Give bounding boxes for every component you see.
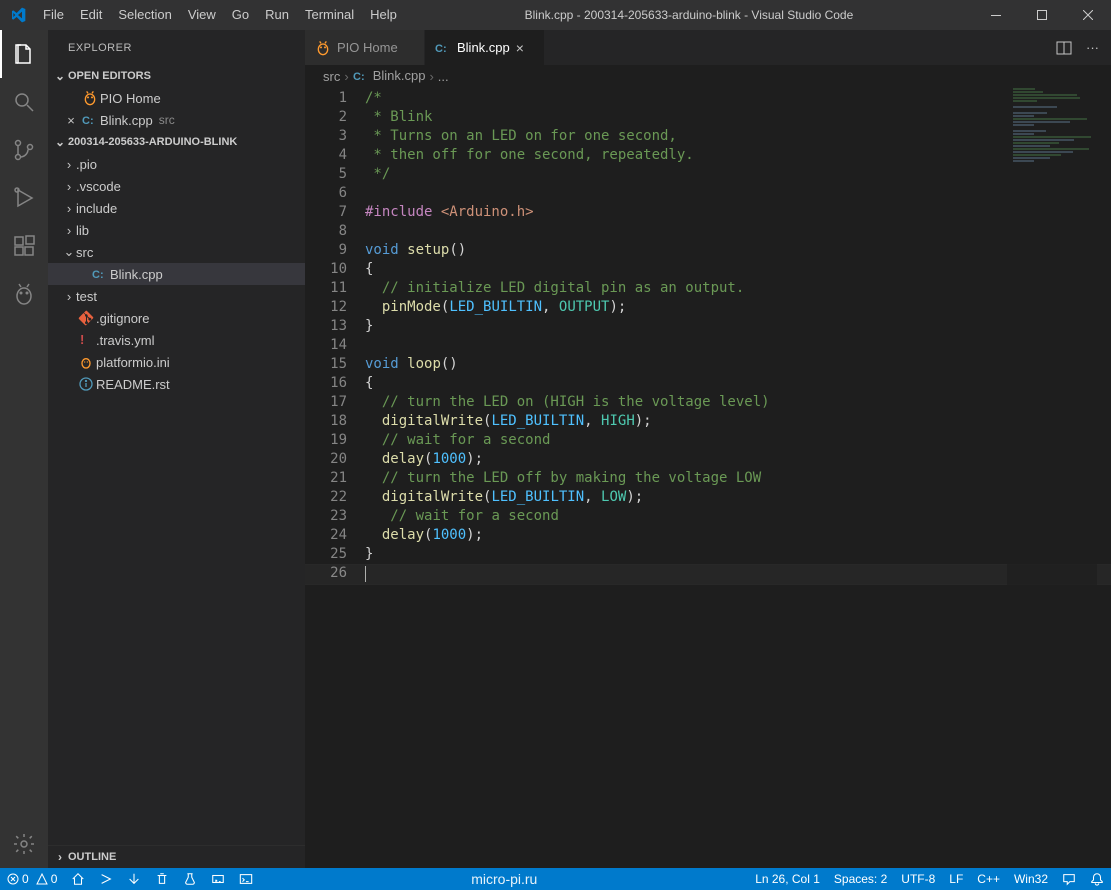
folder-.vscode[interactable]: ›.vscode	[48, 175, 305, 197]
pio-upload-icon[interactable]	[120, 868, 148, 890]
feedback-icon[interactable]	[1055, 868, 1083, 890]
chevron-down-icon: ⌄	[52, 135, 68, 149]
watermark-text: micro-pi.ru	[260, 871, 748, 887]
editor-tab[interactable]: C:Blink.cpp×	[425, 30, 545, 65]
folder-test[interactable]: ›test	[48, 285, 305, 307]
platformio-tab-icon[interactable]	[0, 270, 48, 318]
close-tab-icon[interactable]: ×	[516, 40, 524, 56]
file-item[interactable]: README.rst	[48, 373, 305, 395]
file-item[interactable]: C:Blink.cpp	[48, 263, 305, 285]
run-debug-tab-icon[interactable]	[0, 174, 48, 222]
pio-home-icon[interactable]	[64, 868, 92, 890]
menu-selection[interactable]: Selection	[110, 0, 179, 30]
folder-.pio[interactable]: ›.pio	[48, 153, 305, 175]
text-editor[interactable]: 1234567891011121314151617181920212223242…	[305, 87, 1111, 868]
breadcrumb-segment[interactable]: src	[323, 69, 340, 84]
minimize-button[interactable]	[973, 0, 1019, 30]
menu-terminal[interactable]: Terminal	[297, 0, 362, 30]
pio-build-icon[interactable]	[92, 868, 120, 890]
vscode-logo-icon	[0, 7, 35, 23]
open-editor-item[interactable]: PIO Home	[48, 87, 305, 109]
extensions-tab-icon[interactable]	[0, 222, 48, 270]
maximize-button[interactable]	[1019, 0, 1065, 30]
menu-go[interactable]: Go	[224, 0, 257, 30]
editor-tab[interactable]: PIO Home	[305, 30, 425, 65]
status-platform[interactable]: Win32	[1007, 868, 1055, 890]
status-eol[interactable]: LF	[942, 868, 970, 890]
menu-run[interactable]: Run	[257, 0, 297, 30]
more-actions-icon[interactable]: ···	[1086, 40, 1099, 55]
statusbar: 0 0 micro-pi.ru Ln 26, Col 1 Spaces: 2 U…	[0, 868, 1111, 890]
settings-gear-icon[interactable]	[0, 820, 48, 868]
sidebar: EXPLORER ⌄ OPEN EDITORS PIO Home×C:Blink…	[48, 30, 305, 868]
menu-view[interactable]: View	[180, 0, 224, 30]
activity-bar	[0, 30, 48, 868]
explorer-tab-icon[interactable]	[0, 30, 48, 78]
menu-file[interactable]: File	[35, 0, 72, 30]
svg-text:C:: C:	[353, 71, 365, 83]
folder-lib[interactable]: ›lib	[48, 219, 305, 241]
svg-text:C:: C:	[92, 269, 104, 281]
breadcrumb[interactable]: src›C:Blink.cpp›...	[305, 65, 1111, 87]
open-editor-item[interactable]: ×C:Blink.cppsrc	[48, 109, 305, 131]
folder-src[interactable]: ⌄src	[48, 241, 305, 263]
notifications-icon[interactable]	[1083, 868, 1111, 890]
status-indent[interactable]: Spaces: 2	[827, 868, 894, 890]
status-errors[interactable]: 0 0	[0, 868, 64, 890]
menu-bar: FileEditSelectionViewGoRunTerminalHelp	[35, 0, 405, 30]
status-language[interactable]: C++	[970, 868, 1007, 890]
pio-clean-icon[interactable]	[148, 868, 176, 890]
chevron-down-icon: ⌄	[52, 69, 68, 83]
svg-text:C:: C:	[435, 43, 447, 55]
close-button[interactable]	[1065, 0, 1111, 30]
project-header[interactable]: ⌄ 200314-205633-ARDUINO-BLINK	[48, 131, 305, 153]
sidebar-title: EXPLORER	[48, 30, 305, 65]
pio-test-icon[interactable]	[176, 868, 204, 890]
folder-include[interactable]: ›include	[48, 197, 305, 219]
file-item[interactable]: !.travis.yml	[48, 329, 305, 351]
menu-help[interactable]: Help	[362, 0, 405, 30]
editor-tabs: PIO HomeC:Blink.cpp× ···	[305, 30, 1111, 65]
search-tab-icon[interactable]	[0, 78, 48, 126]
svg-text:!: !	[80, 332, 84, 347]
breadcrumb-segment[interactable]: ...	[438, 69, 449, 84]
source-control-tab-icon[interactable]	[0, 126, 48, 174]
status-encoding[interactable]: UTF-8	[894, 868, 942, 890]
split-editor-icon[interactable]	[1056, 40, 1072, 56]
file-item[interactable]: platformio.ini	[48, 351, 305, 373]
chevron-right-icon: ›	[52, 850, 68, 864]
svg-text:C:: C:	[82, 115, 94, 127]
open-editors-header[interactable]: ⌄ OPEN EDITORS	[48, 65, 305, 87]
minimap[interactable]	[1007, 87, 1097, 868]
file-item[interactable]: .gitignore	[48, 307, 305, 329]
outline-header[interactable]: › OUTLINE	[48, 846, 305, 868]
status-cursor-position[interactable]: Ln 26, Col 1	[748, 868, 827, 890]
titlebar: FileEditSelectionViewGoRunTerminalHelp B…	[0, 0, 1111, 30]
window-controls	[973, 0, 1111, 30]
editor-area: PIO HomeC:Blink.cpp× ··· src›C:Blink.cpp…	[305, 30, 1111, 868]
window-title: Blink.cpp - 200314-205633-arduino-blink …	[405, 8, 973, 22]
breadcrumb-segment[interactable]: C:Blink.cpp	[353, 68, 426, 85]
pio-serial-icon[interactable]	[204, 868, 232, 890]
pio-terminal-icon[interactable]	[232, 868, 260, 890]
menu-edit[interactable]: Edit	[72, 0, 110, 30]
